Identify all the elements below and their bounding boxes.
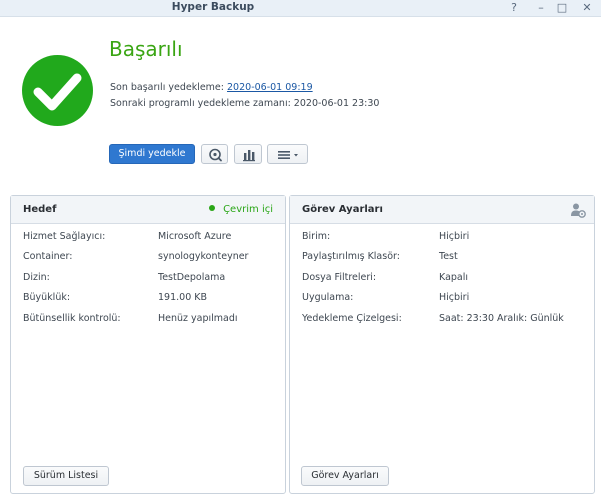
window-title: Hyper Backup xyxy=(171,1,255,13)
log-button[interactable] xyxy=(201,144,228,164)
backup-now-button[interactable]: Şimdi yedekle xyxy=(109,144,195,164)
row-label: Bütünsellik kontrolü: xyxy=(23,313,121,324)
row-value: Saat: 23:30 Aralık: Günlük xyxy=(439,313,564,324)
task-panel-title: Görev Ayarları xyxy=(302,204,383,215)
last-backup-line: Son başarılı yedekleme: 2020-06-01 09:19 xyxy=(110,82,313,93)
next-backup-line: Sonraki programlı yedekleme zamanı: 2020… xyxy=(110,98,380,109)
row-value: Kapalı xyxy=(439,272,469,283)
row-label: Uygulama: xyxy=(302,292,354,303)
minimize-button[interactable]: – xyxy=(530,0,552,16)
row-value: Microsoft Azure xyxy=(158,231,232,242)
task-panel-header: Görev Ayarları xyxy=(290,196,594,224)
menu-icon xyxy=(278,151,298,159)
close-button[interactable]: ✕ xyxy=(576,0,598,16)
help-button[interactable]: ? xyxy=(503,0,525,16)
online-status: Çevrim içi xyxy=(209,204,273,215)
user-role-icon[interactable] xyxy=(570,202,586,218)
search-log-icon xyxy=(209,148,222,162)
row-value: Henüz yapılmadı xyxy=(158,313,238,324)
title-bar: Hyper Backup ? – □ ✕ xyxy=(0,0,601,17)
target-panel-title: Hedef xyxy=(23,204,57,215)
action-menu-button[interactable] xyxy=(267,144,308,164)
statistics-button[interactable] xyxy=(234,144,262,164)
row-label: Dosya Filtreleri: xyxy=(302,272,377,283)
row-value: 191.00 KB xyxy=(158,292,208,303)
row-label: Container: xyxy=(23,251,73,262)
last-backup-link[interactable]: 2020-06-01 09:19 xyxy=(227,82,313,93)
online-status-label: Çevrim içi xyxy=(223,204,273,215)
bar-chart-icon xyxy=(243,150,255,162)
online-dot-icon xyxy=(209,205,216,211)
row-value: Hiçbiri xyxy=(439,231,470,242)
row-label: Paylaştırılmış Klasör: xyxy=(302,251,400,262)
task-settings-panel: Görev Ayarları Birim: Hiçbiri Paylaştırı… xyxy=(289,195,595,494)
row-label: Yedekleme Çizelgesi: xyxy=(302,313,402,324)
row-label: Dizin: xyxy=(23,272,50,283)
row-value: Hiçbiri xyxy=(439,292,470,303)
row-label: Birim: xyxy=(302,231,331,242)
task-settings-button[interactable]: Görev Ayarları xyxy=(301,466,389,486)
row-label: Büyüklük: xyxy=(23,292,71,303)
row-value: Test xyxy=(439,251,458,262)
maximize-button[interactable]: □ xyxy=(551,0,573,16)
version-list-button[interactable]: Sürüm Listesi xyxy=(23,466,109,486)
status-title: Başarılı xyxy=(109,37,183,61)
target-panel-header: Hedef Çevrim içi xyxy=(11,196,285,224)
check-icon xyxy=(22,55,93,126)
last-backup-label: Son başarılı yedekleme: xyxy=(110,82,224,93)
row-value: TestDepolama xyxy=(158,272,226,283)
row-label: Hizmet Sağlayıcı: xyxy=(23,231,106,242)
target-panel: Hedef Çevrim içi Hizmet Sağlayıcı: Micro… xyxy=(10,195,286,494)
row-value: synologykonteyner xyxy=(158,251,249,262)
